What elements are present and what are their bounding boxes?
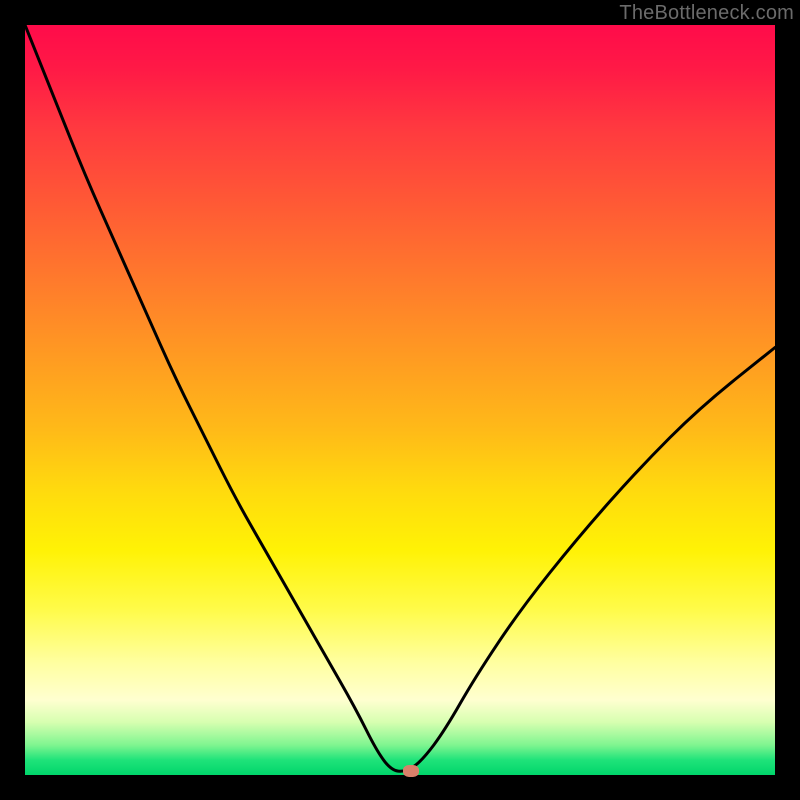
bottleneck-curve [25, 25, 775, 771]
curve-svg [25, 25, 775, 775]
chart-frame: TheBottleneck.com [0, 0, 800, 800]
optimum-marker [403, 765, 419, 777]
plot-area [25, 25, 775, 775]
watermark-text: TheBottleneck.com [619, 2, 794, 25]
